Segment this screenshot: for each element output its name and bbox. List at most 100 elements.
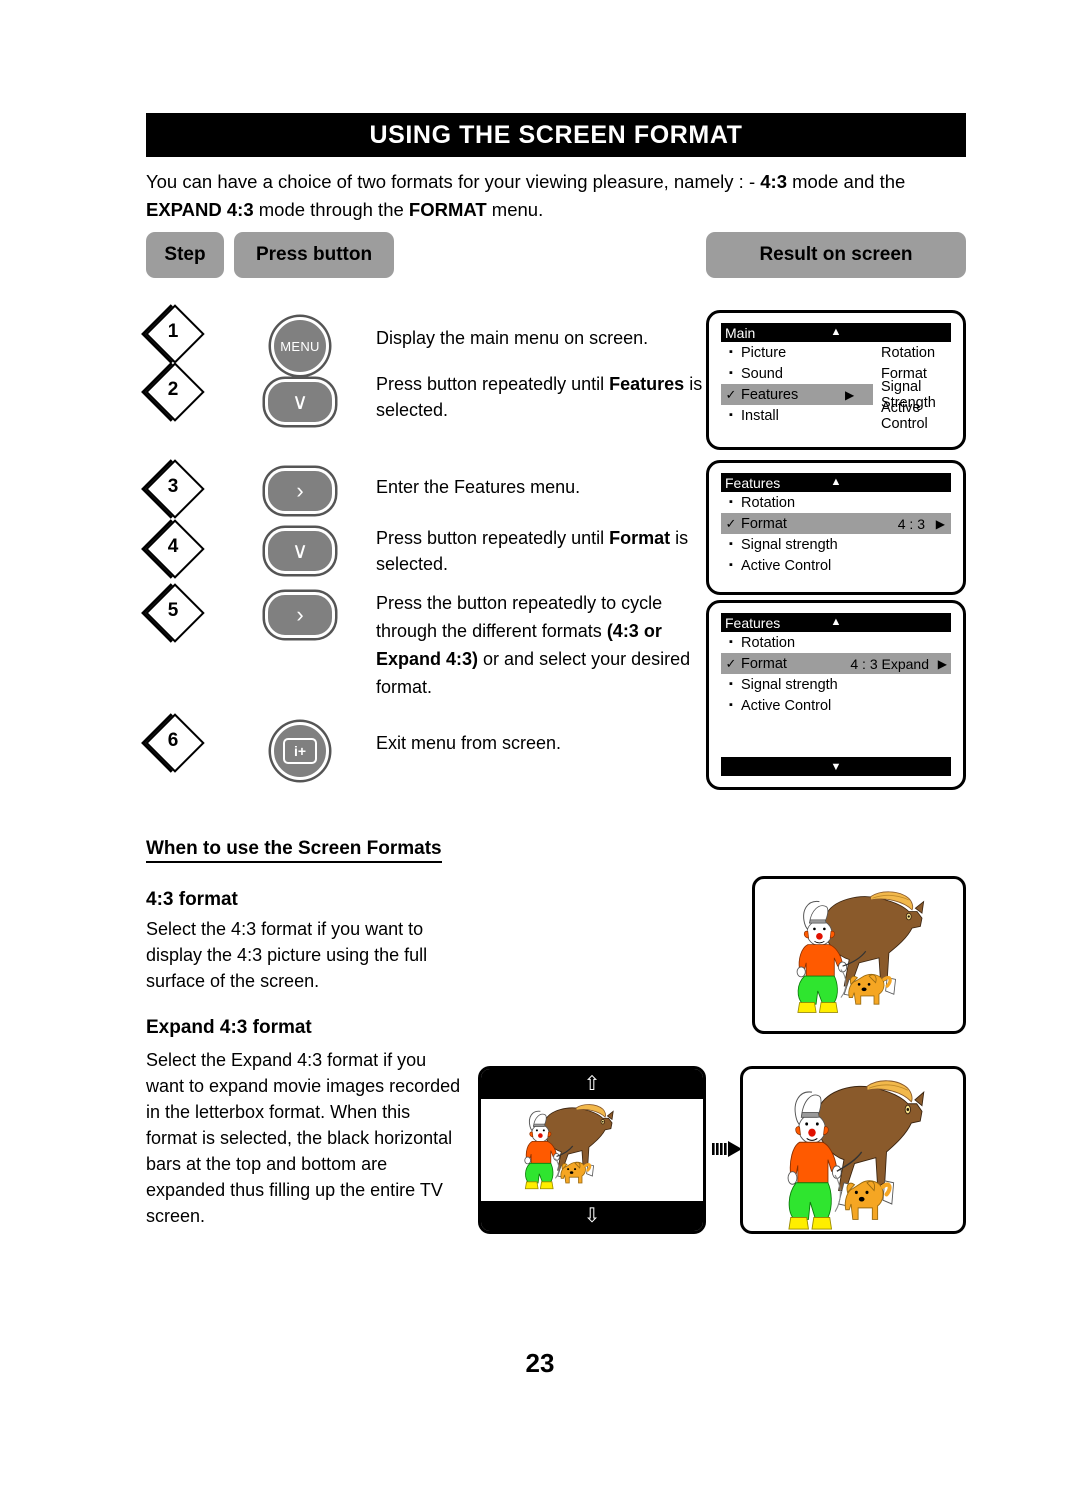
scroll-up-caret-icon: ▲ <box>830 326 842 338</box>
osd-title-bar-features-expand: Features ▲ <box>721 613 951 632</box>
letterbox-bar-top: ⇧ <box>481 1069 703 1099</box>
step-row-5: 5 › Press the button repeatedly to cycle… <box>145 583 706 712</box>
intro-bold-format: FORMAT <box>408 199 487 220</box>
chevron-down-button-step2[interactable]: ∨ <box>265 379 335 425</box>
osd-col2-active-control: Active Control <box>881 399 928 432</box>
osd-row-features[interactable]: ✓ Features ▶ Signal Strength <box>721 379 936 411</box>
osd-title-bar-main: Main ▲ <box>721 323 951 342</box>
scroll-up-caret-icon: ▲ <box>830 616 842 628</box>
osd-label-rotation: Rotation <box>741 634 796 651</box>
osd-features-43: Features ▲ ▪ Rotation ✓ Format 4 : 3 ▶ ▪… <box>721 473 951 576</box>
chevron-down-icon: ∨ <box>291 538 309 563</box>
osd-label-features: Features <box>741 386 799 403</box>
right-arrow-icon: ▶ <box>845 387 855 402</box>
osd-label-format: Format <box>741 655 787 672</box>
clown-horse-dog-scene-expanded <box>787 1080 925 1230</box>
intro-text-1: You can have a choice of two formats for… <box>146 171 761 192</box>
osd-row-rotation[interactable]: ▪ Rotation <box>721 492 951 513</box>
step-row-3: 3 › Enter the Features menu. <box>145 459 706 528</box>
chevron-down-icon: ∨ <box>291 389 309 414</box>
step-text-2: Press button repeatedly until Features i… <box>376 371 706 423</box>
osd-row-sound[interactable]: ▪ Sound Format <box>721 363 927 384</box>
osd-main-menu: Main ▲ ▪ Picture Rotation ▪ Sound Format… <box>721 323 951 432</box>
chevron-right-button-step5[interactable]: › <box>265 592 335 638</box>
chevron-right-icon: › <box>296 478 304 503</box>
clown-horse-dog-scene <box>796 891 925 1013</box>
osd-label-sound: Sound <box>741 365 783 382</box>
step-number-3: 3 <box>167 476 179 497</box>
column-header-press-button: Press button <box>234 232 394 278</box>
manual-page: USING THE SCREEN FORMAT You can have a c… <box>0 0 1080 1491</box>
expand-up-arrow-icon: ⇧ <box>583 1073 601 1095</box>
osd-row-format[interactable]: ✓ Format 4 : 3 Expand ▶ <box>721 653 951 674</box>
illustration-letterbox: ⇧ ⇩ <box>478 1066 706 1234</box>
step-text-6: Exit menu from screen. <box>376 730 706 756</box>
bullet-icon: ▪ <box>729 367 733 379</box>
osd-row-format[interactable]: ✓ Format 4 : 3 ▶ <box>721 513 951 534</box>
bullet-icon: ▪ <box>729 559 733 571</box>
step-text-5: Press the button repeatedly to cycle thr… <box>376 589 716 701</box>
heading-43-format: 4:3 format <box>146 889 238 910</box>
chevron-right-button-step3[interactable]: › <box>265 468 335 514</box>
intro-text-3: mode through the <box>253 199 409 220</box>
osd-title-main: Main <box>725 324 756 341</box>
bullet-icon: ▪ <box>729 346 733 358</box>
page-title: USING THE SCREEN FORMAT <box>146 113 966 157</box>
step-number-1: 1 <box>167 321 179 342</box>
bullet-icon: ▪ <box>729 538 733 550</box>
bullet-icon: ▪ <box>729 636 733 648</box>
step-text-1-part1: Display the main menu on screen. <box>376 328 649 348</box>
osd-label-active-control: Active Control <box>741 557 832 574</box>
intro-bold-expand43: EXPAND 4:3 <box>146 199 254 220</box>
scroll-up-caret-icon: ▲ <box>830 476 842 488</box>
right-arrow-icon: ▶ <box>937 656 947 671</box>
step-row-2: 2 ∨ Press button repeatedly until Featur… <box>145 362 706 441</box>
illustration-expanded <box>740 1066 966 1234</box>
osd-bottom-bar: ▼ <box>721 757 951 776</box>
heading-expand-43-format: Expand 4:3 format <box>146 1017 312 1038</box>
intro-bold-43: 4:3 <box>760 171 787 192</box>
step-text-4-bold: Format <box>609 528 671 548</box>
step-number-6: 6 <box>167 730 179 751</box>
scroll-down-caret-icon: ▼ <box>830 760 842 773</box>
check-icon: ✓ <box>725 515 737 531</box>
bullet-icon: ▪ <box>729 678 733 690</box>
tv-screen-features-expand: Features ▲ ▪ Rotation ✓ Format 4 : 3 Exp… <box>706 600 966 790</box>
osd-row-signal-strength[interactable]: ▪ Signal strength <box>721 534 951 555</box>
osd-label-active-control: Active Control <box>741 697 832 714</box>
page-number: 23 <box>525 1348 555 1378</box>
step-text-3-part1: Enter the Features menu. <box>376 477 581 497</box>
osd-row-picture[interactable]: ▪ Picture Rotation <box>721 342 935 363</box>
osd-label-install: Install <box>741 407 779 424</box>
step-row-6: 6 i+ Exit menu from screen. <box>145 713 706 782</box>
step-text-4-part1: Press button repeatedly until <box>376 528 610 548</box>
body-expand-43-format: Select the Expand 4:3 format if you want… <box>146 1050 461 1226</box>
step-text-4: Press button repeatedly until Format is … <box>376 525 706 577</box>
tv-screen-features-43: Features ▲ ▪ Rotation ✓ Format 4 : 3 ▶ ▪… <box>706 460 966 595</box>
menu-button-label: MENU <box>280 338 320 354</box>
clown-horse-dog-scene-letterbox <box>524 1104 614 1190</box>
intro-text-2: mode and the <box>787 171 906 192</box>
step-text-3: Enter the Features menu. <box>376 474 706 500</box>
step-number-4: 4 <box>167 536 179 557</box>
osd-row-signal-strength[interactable]: ▪ Signal strength <box>721 674 951 695</box>
osd-title-features-43: Features <box>725 474 781 491</box>
column-header-result-on-screen: Result on screen <box>706 232 966 278</box>
osd-label-rotation: Rotation <box>741 494 796 511</box>
bullet-icon: ▪ <box>729 699 733 711</box>
illustration-43-normal <box>752 876 966 1034</box>
menu-button[interactable]: MENU <box>271 317 329 375</box>
osd-features-expand: Features ▲ ▪ Rotation ✓ Format 4 : 3 Exp… <box>721 613 951 716</box>
osd-row-rotation[interactable]: ▪ Rotation <box>721 632 951 653</box>
step-text-2-part1: Press button repeatedly until <box>376 374 610 394</box>
bullet-icon: ▪ <box>729 496 733 508</box>
chevron-right-icon: › <box>296 602 304 627</box>
osd-row-active-control[interactable]: ▪ Active Control <box>721 555 951 576</box>
step-row-4: 4 ∨ Press button repeatedly until Format… <box>145 519 706 594</box>
osd-row-install[interactable]: ▪ Install Active Control <box>721 400 928 432</box>
check-icon: ✓ <box>725 655 737 671</box>
chevron-down-button-step4[interactable]: ∨ <box>265 528 335 574</box>
osd-row-active-control[interactable]: ▪ Active Control <box>721 695 951 716</box>
info-plus-button[interactable]: i+ <box>271 722 329 780</box>
bullet-icon: ▪ <box>729 409 733 421</box>
